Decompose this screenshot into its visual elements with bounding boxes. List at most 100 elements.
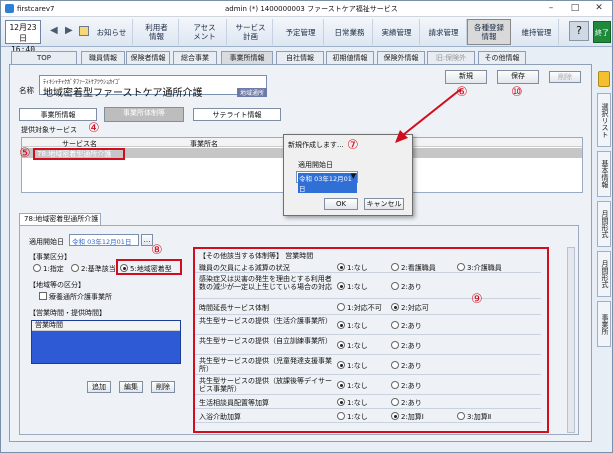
tab-old-uninsured[interactable]: 旧:保険外 — [427, 51, 475, 64]
taisei-opt-a[interactable]: 1:なし — [337, 321, 368, 331]
side-marker-icon[interactable] — [598, 71, 610, 87]
radio-selected-icon[interactable] — [391, 303, 399, 311]
taisei-opt-c[interactable]: 3:介護職員 — [457, 263, 502, 273]
taisei-opt-a[interactable]: 1:対応不可 — [337, 303, 382, 313]
taisei-opt-b[interactable]: 2:あり — [391, 381, 422, 391]
radio-selected-icon[interactable] — [391, 412, 399, 420]
taisei-opt-a[interactable]: 1:なし — [337, 263, 368, 273]
dialog-ok-button[interactable]: OK — [324, 198, 358, 210]
radio-icon[interactable] — [71, 264, 79, 272]
exit-button[interactable]: 終了 — [593, 21, 611, 43]
taisei-opt-a[interactable]: 1:なし — [337, 381, 368, 391]
kubun-option-2[interactable]: 2:基準該当 — [71, 264, 116, 274]
tab-initial[interactable]: 初期値情報 — [326, 51, 374, 64]
radio-selected-icon[interactable] — [120, 264, 128, 272]
name-field[interactable]: ﾃｨｷｼｬﾁｬｸｶﾞﾀﾌｧｰｽﾄｹｱﾂｳｼｮｶｲｺﾞ 地域密着型ファーストケア通… — [39, 75, 267, 99]
tab-staff[interactable]: 職員情報 — [81, 51, 125, 64]
taisei-scrollbar[interactable] — [567, 247, 575, 433]
radio-icon[interactable] — [457, 412, 465, 420]
toolbar-results[interactable]: 実績管理 — [374, 19, 420, 45]
radio-icon[interactable] — [391, 263, 399, 271]
delete-button[interactable]: 削除 — [549, 71, 581, 83]
radio-icon[interactable] — [457, 263, 465, 271]
radio-icon[interactable] — [391, 282, 399, 290]
checkbox-icon[interactable] — [39, 292, 47, 300]
kubun-option-5[interactable]: 5:地域密着型 — [120, 264, 172, 274]
radio-selected-icon[interactable] — [337, 341, 345, 349]
radio-selected-icon[interactable] — [337, 398, 345, 406]
radio-selected-icon[interactable] — [337, 381, 345, 389]
hours-list[interactable]: 営業時間 — [31, 320, 181, 364]
radio-selected-icon[interactable] — [337, 361, 345, 369]
radio-icon[interactable] — [337, 412, 345, 420]
side-tab-select-list[interactable]: 選択リスト — [597, 93, 611, 147]
toolbar-assessment[interactable]: アセス メント — [183, 19, 227, 45]
side-tab-monthly-1[interactable]: 月間形式 — [597, 201, 611, 247]
tab-insurer[interactable]: 保険者情報 — [126, 51, 170, 64]
taisei-opt-a[interactable]: 1:なし — [337, 282, 368, 292]
back-arrow-icon[interactable]: ◀ — [50, 25, 58, 36]
radio-selected-icon[interactable] — [337, 282, 345, 290]
radio-icon[interactable] — [391, 321, 399, 329]
tab-other[interactable]: その他情報 — [478, 51, 526, 64]
dropdown-icon[interactable]: ▼ — [351, 172, 356, 180]
tab-office-info[interactable]: 事業所情報 — [221, 51, 273, 64]
taisei-opt-b[interactable]: 2:加算Ⅰ — [391, 412, 424, 422]
service-row-label[interactable]: 78:地域密着型通所介護 — [33, 148, 125, 160]
side-tab-monthly-2[interactable]: 月間形式 — [597, 251, 611, 297]
section-tab[interactable]: 78:地域密着型通所介護 — [19, 213, 101, 225]
radio-icon[interactable] — [391, 381, 399, 389]
radio-icon[interactable] — [337, 303, 345, 311]
taisei-opt-b[interactable]: 2:看護職員 — [391, 263, 436, 273]
taisei-opt-a[interactable]: 1:なし — [337, 412, 368, 422]
save-button[interactable]: 保存 — [497, 70, 539, 84]
taisei-opt-b[interactable]: 2:あり — [391, 341, 422, 351]
tab-uninsured[interactable]: 保険外情報 — [377, 51, 425, 64]
toolbar-notice[interactable]: お知らせ — [91, 19, 133, 45]
subtab-satellite[interactable]: サテライト情報 — [193, 108, 281, 121]
renkei-checkbox[interactable]: 療養通所介護事業所 — [39, 292, 112, 302]
minimize-icon[interactable]: – — [539, 1, 563, 16]
close-icon[interactable]: ✕ — [587, 1, 611, 16]
help-button[interactable]: ? — [569, 21, 589, 41]
maximize-icon[interactable]: □ — [563, 1, 587, 16]
toolbar-user-info[interactable]: 利用者 情報 — [135, 19, 179, 45]
taisei-opt-a[interactable]: 1:なし — [337, 398, 368, 408]
radio-icon[interactable] — [391, 341, 399, 349]
toolbar-maintenance[interactable]: 維持管理 — [515, 19, 559, 45]
taisei-opt-b[interactable]: 2:あり — [391, 321, 422, 331]
tab-top[interactable]: TOP — [11, 51, 77, 64]
forward-arrow-icon[interactable]: ▶ — [65, 25, 73, 36]
dialog-date-field[interactable]: 令和 03年12月01日 ▼ — [296, 171, 358, 193]
side-tab-basic-info[interactable]: 基本情報 — [597, 151, 611, 197]
side-tab-office[interactable]: 事業所 — [597, 301, 611, 347]
tab-company[interactable]: 自社情報 — [276, 51, 324, 64]
taisei-opt-b[interactable]: 2:あり — [391, 398, 422, 408]
hours-edit-button[interactable]: 編集 — [119, 381, 143, 393]
tab-comprehensive[interactable]: 総合事業 — [173, 51, 217, 64]
subtab-office-info[interactable]: 事業所情報 — [19, 108, 97, 121]
radio-selected-icon[interactable] — [337, 321, 345, 329]
subtab-office-structure[interactable]: 事業所体制等 — [104, 107, 184, 122]
taisei-opt-a[interactable]: 1:なし — [337, 361, 368, 371]
toolbar-registration[interactable]: 各種登録 情報 — [467, 19, 511, 45]
radio-selected-icon[interactable] — [337, 263, 345, 271]
new-button[interactable]: 新規 — [445, 70, 487, 84]
taisei-opt-a[interactable]: 1:なし — [337, 341, 368, 351]
taisei-opt-c[interactable]: 3:加算Ⅱ — [457, 412, 491, 422]
radio-icon[interactable] — [391, 361, 399, 369]
kubun-option-1[interactable]: 1:指定 — [33, 264, 64, 274]
toolbar-service-plan[interactable]: サービス 計画 — [229, 19, 273, 45]
taisei-opt-b[interactable]: 2:あり — [391, 282, 422, 292]
hours-delete-button[interactable]: 削除 — [151, 381, 175, 393]
taisei-opt-b[interactable]: 2:対応可 — [391, 303, 429, 313]
dialog-cancel-button[interactable]: キャンセル — [364, 198, 404, 210]
taisei-opt-b[interactable]: 2:あり — [391, 361, 422, 371]
toolbar-schedule[interactable]: 予定管理 — [278, 19, 324, 45]
radio-icon[interactable] — [391, 398, 399, 406]
radio-icon[interactable] — [33, 264, 41, 272]
toolbar-billing[interactable]: 請求管理 — [421, 19, 467, 45]
hours-add-button[interactable]: 追加 — [87, 381, 111, 393]
toolbar-daily-work[interactable]: 日常業務 — [327, 19, 373, 45]
start-date-field[interactable]: 令和 03年12月01日 — [69, 234, 139, 246]
